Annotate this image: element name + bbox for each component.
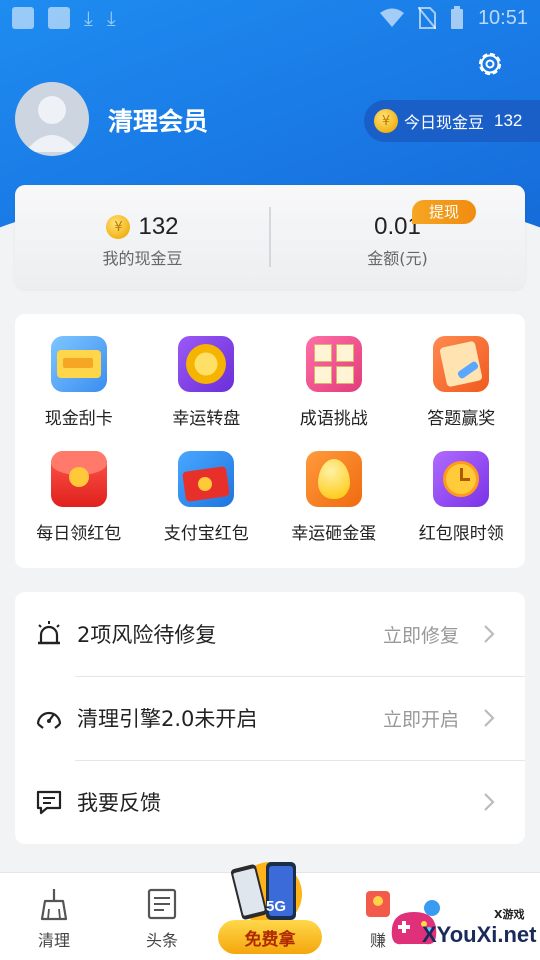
notification-icon <box>12 7 34 29</box>
promo-label: 免费拿 <box>218 920 322 954</box>
wifi-icon <box>379 8 404 27</box>
username: 清理会员 <box>108 107 209 136</box>
avatar[interactable] <box>15 82 89 156</box>
action-list-card: 2项风险待修复 立即修复 清理引擎2.0未开启 立即开启 我要反馈 <box>15 592 525 844</box>
today-beans-label: 今日现金豆 <box>404 113 485 132</box>
alarm-clock-icon <box>433 451 490 507</box>
amount-label: 金额(元) <box>367 249 428 268</box>
today-beans-pill[interactable]: ¥ 今日现金豆 132 <box>364 100 540 142</box>
grid-item-scratch-card[interactable]: 现金刮卡 <box>15 336 143 451</box>
list-item-risk-repair[interactable]: 2项风险待修复 立即修复 <box>15 592 525 676</box>
idiom-challenge-icon <box>305 336 362 392</box>
nav-clean[interactable]: 清理 <box>0 873 108 960</box>
news-icon <box>147 888 177 920</box>
chevron-right-icon <box>484 793 495 811</box>
grid-item-label: 红包限时领 <box>418 524 504 544</box>
grid-item-label: 支付宝红包 <box>163 524 249 544</box>
speedometer-icon <box>36 711 62 729</box>
grid-item-label: 答题赢奖 <box>427 409 496 429</box>
promo-phones-icon <box>230 862 302 926</box>
list-item-title: 我要反馈 <box>77 791 161 815</box>
alarm-icon <box>38 621 60 645</box>
image-icon <box>48 7 70 29</box>
my-beans[interactable]: ¥ 132 我的现金豆 <box>15 185 270 289</box>
chevron-right-icon <box>484 625 495 643</box>
grid-item-lucky-wheel[interactable]: 幸运转盘 <box>143 336 271 451</box>
quiz-icon <box>433 336 490 392</box>
coin-icon: ¥ <box>106 215 131 239</box>
list-item-title: 清理引擎2.0未开启 <box>77 707 258 731</box>
grid-item-golden-egg[interactable]: 幸运砸金蛋 <box>270 451 398 566</box>
enable-now-link[interactable]: 立即开启 <box>383 705 459 732</box>
repair-now-link[interactable]: 立即修复 <box>383 621 459 648</box>
watermark-small: X游戏 <box>494 908 525 921</box>
grid-item-timed-red-packet[interactable]: 红包限时领 <box>398 451 526 566</box>
withdraw-button[interactable]: 提现 <box>412 200 476 224</box>
default-avatar-icon <box>25 96 79 152</box>
grid-item-label: 幸运砸金蛋 <box>291 524 377 544</box>
grid-item-idiom-challenge[interactable]: 成语挑战 <box>270 336 398 451</box>
grid-item-label: 每日领红包 <box>36 524 122 544</box>
list-item-engine[interactable]: 清理引擎2.0未开启 立即开启 <box>15 676 525 760</box>
golden-egg-icon <box>305 451 362 507</box>
download-icon-2: ⤓ <box>106 6 116 30</box>
broom-icon <box>40 889 68 921</box>
coin-icon: ¥ <box>374 109 398 133</box>
beans-label: 我的现金豆 <box>102 249 183 268</box>
grid-item-quiz[interactable]: 答题赢奖 <box>398 336 526 451</box>
nav-label: 头条 <box>145 931 178 950</box>
battery-icon <box>450 6 463 29</box>
status-bar: ⤓ ⤓ 10:51 <box>0 0 540 36</box>
grid-item-alipay-red-packet[interactable]: 支付宝红包 <box>143 451 271 566</box>
watermark-text: XYouXi.net <box>422 922 537 947</box>
feedback-icon <box>36 790 62 815</box>
grid-item-daily-red-packet[interactable]: 每日领红包 <box>15 451 143 566</box>
scratch-card-icon <box>50 336 107 392</box>
promo-free-get[interactable]: 5G 免费拿 <box>218 858 322 954</box>
beans-value: 132 <box>138 213 179 240</box>
nav-headlines[interactable]: 头条 <box>108 873 216 960</box>
promo-5g-tag: 5G <box>266 898 287 915</box>
red-packet-icon <box>50 451 107 507</box>
status-time: 10:51 <box>477 6 528 29</box>
grid-item-label: 成语挑战 <box>299 409 368 429</box>
download-icon: ⤓ <box>84 6 93 30</box>
feature-grid-card: 现金刮卡 幸运转盘 成语挑战 答题赢奖 每日领红包 支付宝红包 幸运砸金蛋 红包… <box>15 314 525 568</box>
watermark: X游戏 XYouXi.net <box>384 892 540 960</box>
list-item-title: 2项风险待修复 <box>77 623 217 647</box>
chevron-right-icon <box>484 709 495 727</box>
list-item-feedback[interactable]: 我要反馈 <box>15 760 525 844</box>
grid-item-label: 幸运转盘 <box>172 409 241 429</box>
cash-amount[interactable]: 0.01 金额(元) <box>270 185 525 289</box>
nav-label: 清理 <box>37 931 70 950</box>
no-sim-icon <box>417 7 436 29</box>
lucky-wheel-icon <box>178 336 235 392</box>
grid-item-label: 现金刮卡 <box>44 409 113 429</box>
gear-icon[interactable] <box>474 48 506 80</box>
today-beans-value: 132 <box>494 111 523 130</box>
alipay-red-packet-icon <box>178 451 235 507</box>
